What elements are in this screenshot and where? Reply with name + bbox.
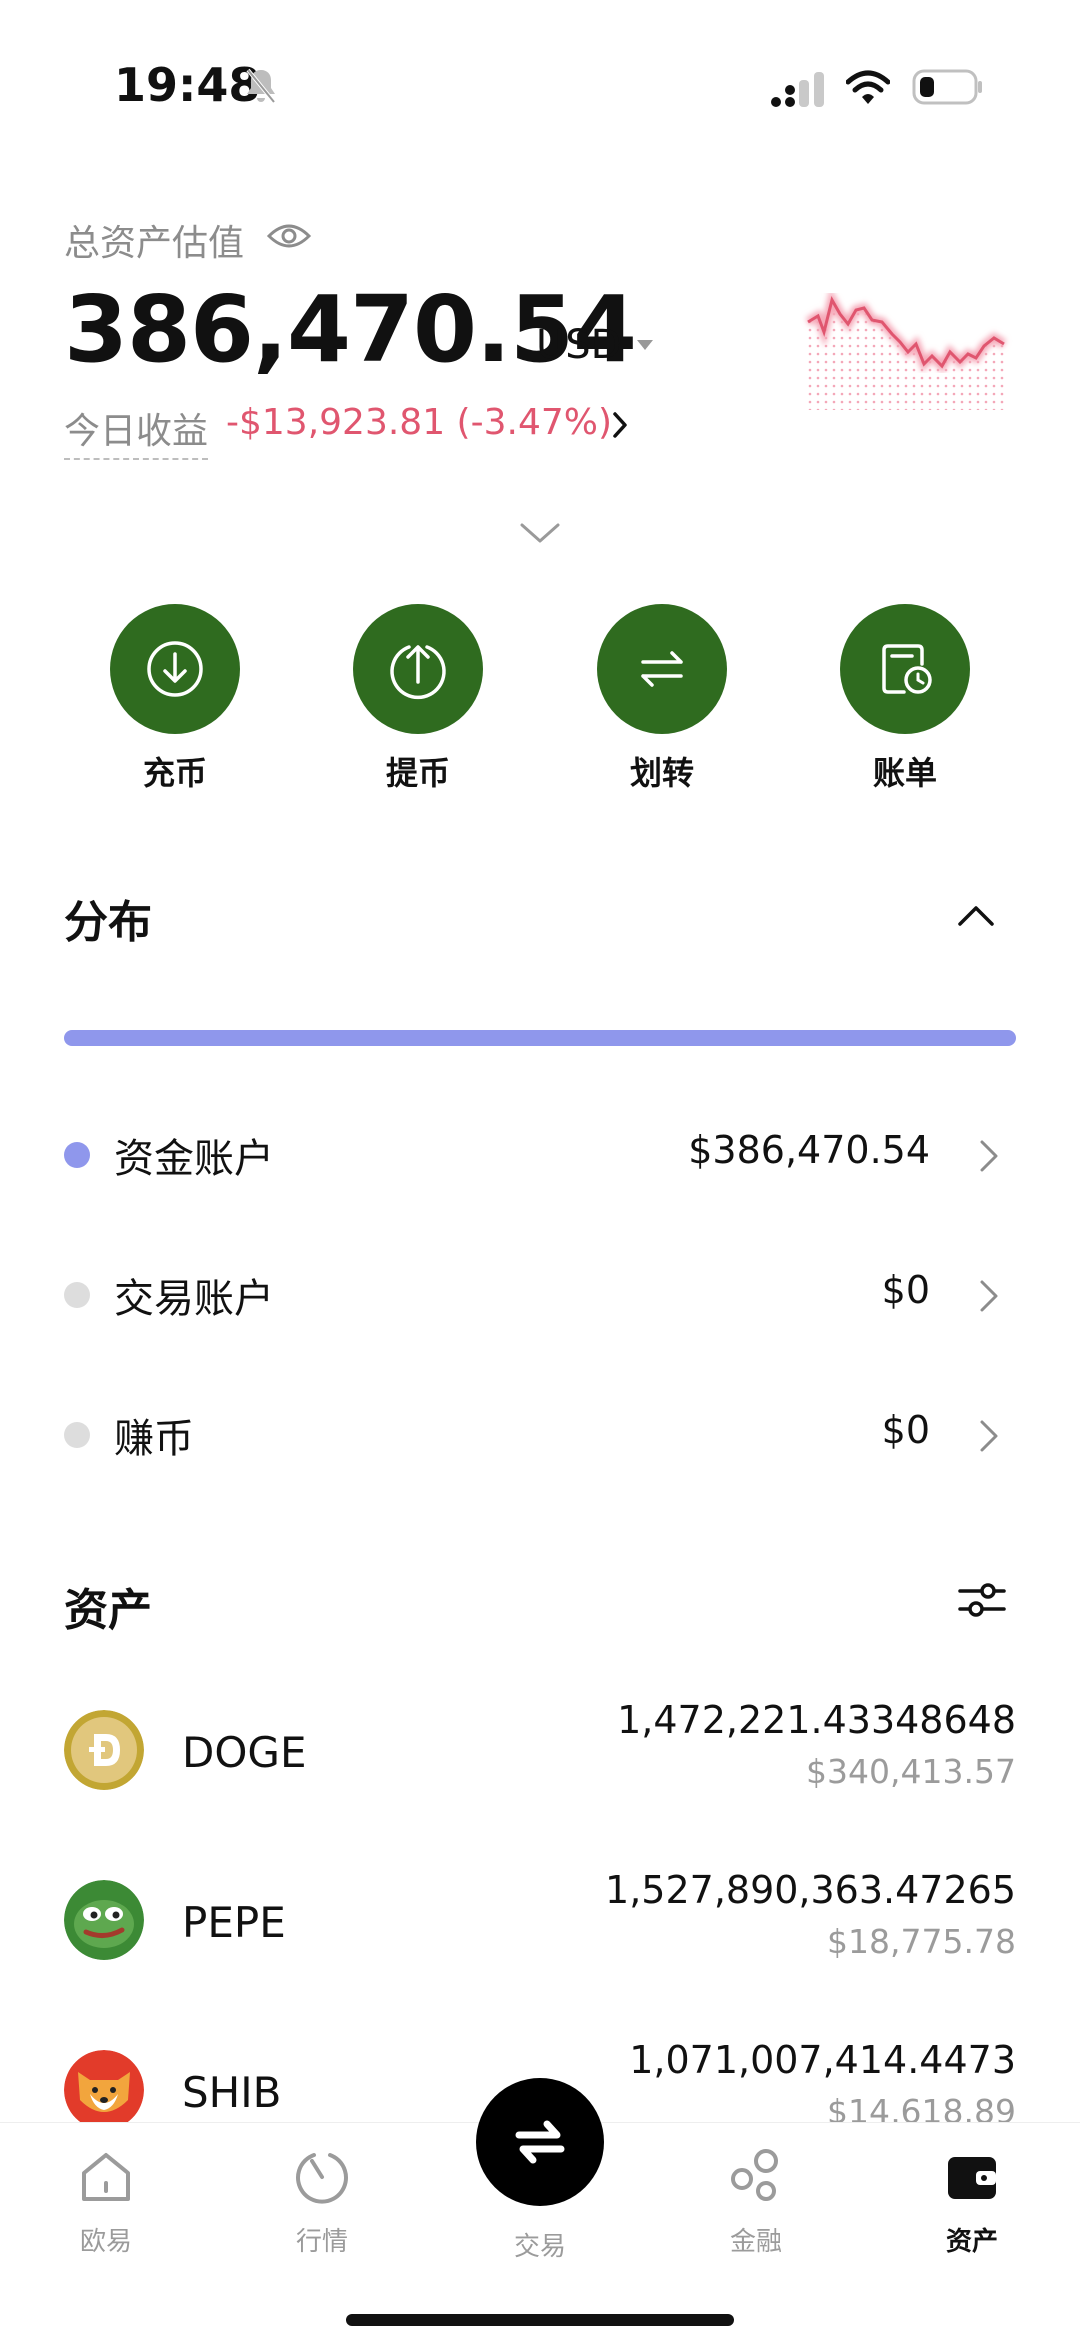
nav-label-trade[interactable]: 交易 (470, 2226, 610, 2263)
status-time: 19:48 (114, 58, 261, 112)
wallet-icon (948, 2157, 996, 2199)
filter-sliders-icon[interactable] (956, 1576, 1008, 1624)
legend-dot (64, 1282, 90, 1308)
nav-label: 资产 (945, 2227, 998, 2257)
deposit-label: 充币 (142, 754, 207, 792)
legend-dot (64, 1422, 90, 1448)
account-value: $0 (881, 1268, 930, 1312)
asset-amount: 1,527,890,363.47265 (605, 1868, 1016, 1912)
asset-usd-value: $18,775.78 (827, 1922, 1016, 1961)
legend-dot (64, 1142, 90, 1168)
transfer-button[interactable]: 划转 (597, 604, 727, 794)
chevron-up-icon[interactable] (956, 902, 996, 928)
bill-clock-icon (882, 644, 932, 694)
account-label: 交易账户 (114, 1276, 274, 1322)
bill-circle[interactable] (840, 604, 970, 734)
asset-amount: 1,071,007,414.4473 (629, 2038, 1016, 2082)
account-value: $0 (881, 1408, 930, 1452)
account-label: 赚币 (114, 1416, 194, 1462)
home-indicator (346, 2314, 734, 2326)
withdraw-circle[interactable] (353, 604, 483, 734)
deposit-button[interactable]: 充币 (110, 604, 240, 794)
finance-bubbles-icon (731, 2149, 778, 2201)
nav-label: 行情 (295, 2227, 348, 2257)
nav-item-home[interactable]: 欧易 (36, 2147, 176, 2258)
chevron-right-icon[interactable] (978, 1138, 1000, 1174)
pnl-sparkline[interactable] (800, 280, 1020, 420)
account-row-earn[interactable]: 赚币 $0 (64, 1392, 1016, 1472)
trade-swap-icon (515, 2120, 565, 2164)
distribution-bar (64, 1030, 1016, 1046)
signal-icon (771, 72, 824, 107)
account-row-trading[interactable]: 交易账户 $0 (64, 1252, 1016, 1332)
doge-coin-icon (64, 1710, 144, 1790)
asset-symbol: DOGE (182, 1728, 307, 1777)
bell-muted-icon (246, 68, 276, 104)
account-label: 资金账户 (114, 1136, 274, 1182)
total-assets-label: 总资产估值 (64, 223, 245, 264)
asset-symbol: SHIB (182, 2068, 282, 2117)
home-icon (82, 2153, 130, 2201)
withdraw-arrow-up-icon (390, 645, 446, 700)
today-pnl-label[interactable]: 今日收益 (64, 402, 209, 460)
asset-row-pepe[interactable]: PEPE 1,527,890,363.47265 $18,775.78 (64, 1868, 1016, 1998)
pepe-coin-icon (64, 1880, 144, 1960)
bill-label: 账单 (872, 754, 937, 792)
chevron-down-icon[interactable] (518, 520, 562, 546)
deposit-arrow-down-icon (147, 641, 203, 697)
asset-row-doge[interactable]: DOGE 1,472,221.43348648 $340,413.57 (64, 1698, 1016, 1828)
trade-button[interactable] (476, 2078, 604, 2206)
shib-coin-icon (64, 2050, 144, 2130)
currency-selector[interactable]: USD (536, 322, 621, 368)
transfer-circle[interactable] (597, 604, 727, 734)
chevron-right-icon[interactable] (610, 410, 630, 440)
caret-down-icon[interactable] (636, 338, 654, 352)
withdraw-button[interactable]: 提币 (353, 604, 483, 794)
account-row-funding[interactable]: 资金账户 $386,470.54 (64, 1112, 1016, 1192)
nav-item-assets[interactable]: 资产 (902, 2147, 1042, 2258)
assets-title: 资产 (64, 1585, 152, 1636)
nav-item-market[interactable]: 行情 (252, 2147, 392, 2258)
transfer-arrows-icon (641, 651, 683, 687)
wifi-icon (846, 70, 890, 104)
withdraw-label: 提币 (385, 754, 450, 792)
distribution-title: 分布 (64, 897, 152, 948)
battery-icon (912, 69, 982, 105)
eye-icon[interactable] (266, 218, 312, 254)
chevron-right-icon[interactable] (978, 1418, 1000, 1454)
nav-item-finance[interactable]: 金融 (686, 2147, 826, 2258)
bill-button[interactable]: 账单 (840, 604, 970, 794)
nav-label: 欧易 (79, 2227, 132, 2257)
nav-label: 金融 (729, 2227, 782, 2257)
today-pnl-value[interactable]: -$13,923.81 (-3.47%) (226, 402, 612, 443)
asset-symbol: PEPE (182, 1898, 286, 1947)
transfer-label: 划转 (629, 754, 694, 792)
account-value: $386,470.54 (688, 1128, 930, 1172)
asset-amount: 1,472,221.43348648 (617, 1698, 1016, 1742)
market-dial-icon (296, 2153, 348, 2204)
chevron-right-icon[interactable] (978, 1278, 1000, 1314)
deposit-circle[interactable] (110, 604, 240, 734)
asset-usd-value: $340,413.57 (806, 1752, 1016, 1791)
